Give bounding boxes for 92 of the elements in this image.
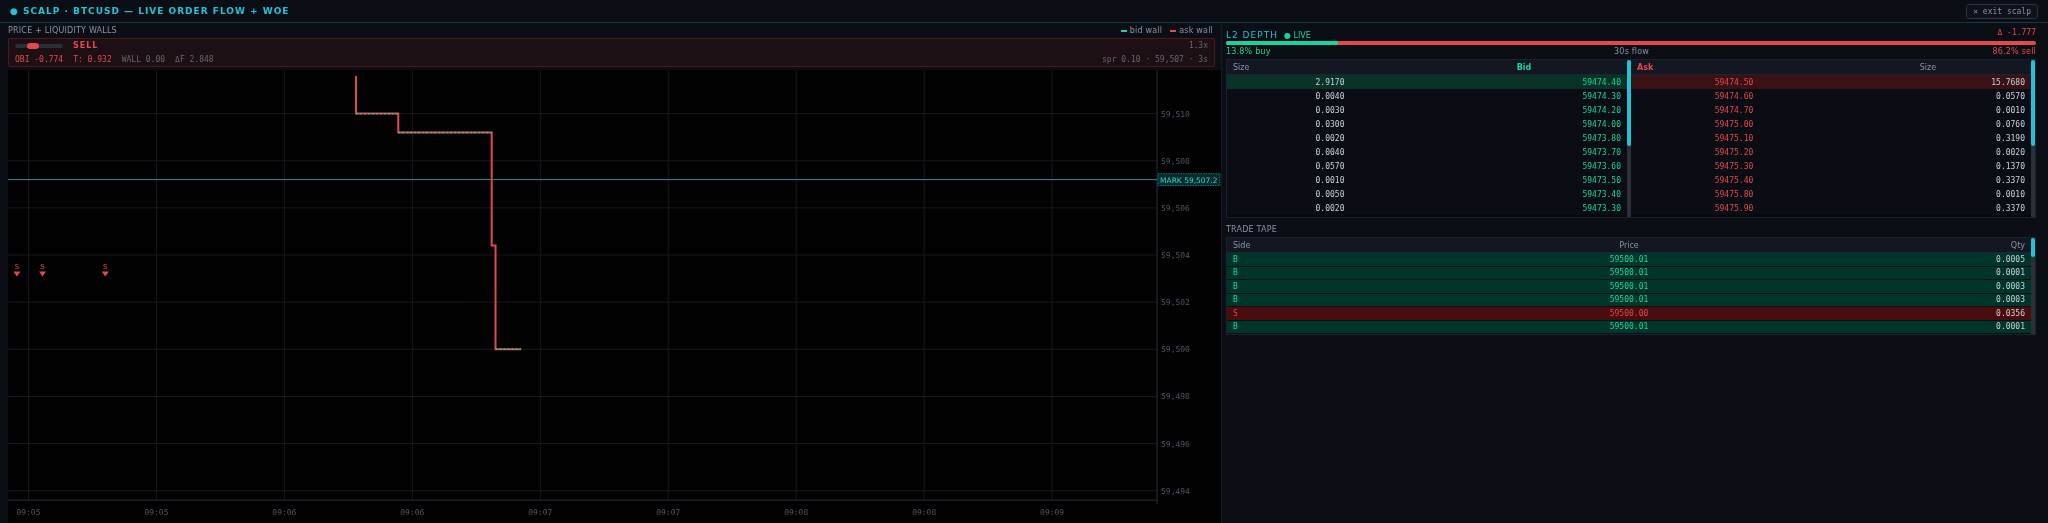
depth-title: L2 DEPTH bbox=[1226, 29, 1278, 40]
side-cell-text: B bbox=[1233, 254, 1239, 264]
ask-price-cell-text: 59475.00 bbox=[1713, 119, 1755, 129]
column-header: Size bbox=[1233, 62, 1251, 72]
price-cell-text: 59500.01 bbox=[1608, 322, 1650, 332]
signal-stat: OBI -0.774 bbox=[15, 55, 64, 64]
column-header: Bid bbox=[1515, 62, 1533, 72]
bid-price-cell-text: 59474.20 bbox=[1581, 105, 1621, 115]
bid-size-cell-text: 0.0040 bbox=[1314, 91, 1346, 101]
ask-price-cell-text: 59475.40 bbox=[1713, 175, 1755, 185]
price-cell-text: 59500.01 bbox=[1608, 295, 1650, 305]
bid-size-cell-text: 0.0040 bbox=[1314, 147, 1346, 157]
qty-cell-text: 0.0003 bbox=[1995, 295, 2025, 305]
ask-size-cell-text: 0.0010 bbox=[1995, 189, 2025, 199]
bid-size-cell-text: 0.0020 bbox=[1314, 133, 1346, 143]
bid-price-cell-text: 59474.30 bbox=[1581, 91, 1621, 101]
column-header: Price bbox=[1618, 240, 1640, 250]
ask-price-cell-text: 59475.90 bbox=[1713, 203, 1755, 213]
legend-item: bid wall bbox=[1120, 26, 1163, 35]
column-header: Qty bbox=[2009, 240, 2025, 250]
tape-title: TRADE TAPE bbox=[1226, 225, 1278, 234]
ask-size-cell-text: 0.3370 bbox=[1995, 175, 2025, 185]
page-title: ● SCALP · BTCUSD — LIVE ORDER FLOW + WOE bbox=[10, 6, 290, 16]
price-cell-text: 59500.01 bbox=[1608, 268, 1650, 278]
bid-price-cell-text: 59473.60 bbox=[1581, 161, 1621, 171]
signal-stat: 1.3x bbox=[1188, 41, 1208, 50]
flow-window: 30s flow bbox=[1614, 47, 1650, 56]
qty-cell-text: 0.0005 bbox=[1995, 254, 2025, 264]
ask-price-cell-text: 59475.20 bbox=[1713, 147, 1755, 157]
price-cell-text: 59500.01 bbox=[1608, 281, 1650, 291]
legend-item: ask wall bbox=[1170, 26, 1213, 35]
sell-share: 86.2% sell bbox=[1992, 47, 2036, 56]
bid-price-cell-text: 59473.70 bbox=[1581, 147, 1621, 157]
ask-size-cell-text: 15.7680 bbox=[1990, 77, 2025, 87]
sell-marker-icon bbox=[101, 271, 109, 277]
ask-price-cell-text: 59475.10 bbox=[1713, 133, 1755, 143]
qty-cell-text: 0.0001 bbox=[1995, 322, 2025, 332]
bid-price-cell-text: 59473.40 bbox=[1581, 189, 1621, 199]
bid-price-cell-text: 59473.80 bbox=[1581, 133, 1621, 143]
flow-delta: Δ -1.777 bbox=[1997, 27, 2036, 37]
side-cell-text: S bbox=[1233, 308, 1239, 318]
scrollbar-thumb[interactable] bbox=[2031, 238, 2035, 258]
ask-price-cell-text: 59475.80 bbox=[1713, 189, 1755, 199]
qty-cell-text: 0.0003 bbox=[1995, 281, 2025, 291]
column-header: Ask bbox=[1637, 62, 1655, 72]
bid-price-cell-text: 59474.00 bbox=[1581, 119, 1621, 129]
signal-stat: spr 0.10 · 59,507 · 3s bbox=[1102, 55, 1208, 64]
side-cell-text: B bbox=[1233, 281, 1239, 291]
sell-marker-icon bbox=[13, 271, 21, 277]
ask-price-cell-text: 59474.50 bbox=[1713, 77, 1755, 87]
signal-stat: T: 0.932 bbox=[73, 55, 112, 64]
bid-price-cell-text: 59473.30 bbox=[1581, 203, 1621, 213]
qty-cell-text: 0.0356 bbox=[1995, 308, 2025, 318]
ask-size-cell-text: 0.0760 bbox=[1995, 119, 2025, 129]
side-cell-text: B bbox=[1233, 268, 1239, 278]
ask-price-cell-text: 59475.30 bbox=[1713, 161, 1755, 171]
ask-size-cell-text: 0.1370 bbox=[1995, 161, 2025, 171]
liquidity-wall-line bbox=[355, 112, 399, 115]
panel-title: PRICE + LIQUIDITY WALLS bbox=[8, 26, 117, 35]
side-cell-text: B bbox=[1233, 295, 1239, 305]
bid-price-cell-text: 59474.40 bbox=[1581, 77, 1621, 87]
ask-size-cell-text: 0.3370 bbox=[1995, 203, 2025, 213]
liquidity-wall-line bbox=[494, 348, 522, 350]
bid-size-cell-text: 0.0030 bbox=[1314, 105, 1346, 115]
price-cell-text: 59500.01 bbox=[1608, 254, 1650, 264]
ask-price-cell-text: 59474.70 bbox=[1713, 105, 1755, 115]
scrollbar-thumb[interactable] bbox=[2031, 60, 2035, 147]
bid-size-cell-text: 0.0010 bbox=[1314, 175, 1346, 185]
qty-cell-text: 0.0001 bbox=[1995, 268, 2025, 278]
ask-size-cell-text: 0.3190 bbox=[1995, 133, 2025, 143]
side-cell-text: B bbox=[1233, 322, 1239, 332]
scrollbar-thumb[interactable] bbox=[1627, 60, 1631, 147]
price-cell-text: 59500.00 bbox=[1608, 308, 1650, 318]
bid-price-cell-text: 59473.50 bbox=[1581, 175, 1621, 185]
signal-label: SELL bbox=[73, 41, 99, 50]
sell-marker-icon bbox=[39, 271, 47, 277]
ask-size-cell-text: 0.0570 bbox=[1995, 91, 2025, 101]
bid-size-cell-text: 0.0300 bbox=[1314, 119, 1346, 129]
buy-share: 13.8% buy bbox=[1226, 47, 1271, 56]
column-header: Size bbox=[1918, 62, 1938, 72]
ask-price-cell-text: 59474.60 bbox=[1713, 91, 1755, 101]
column-header: Side bbox=[1233, 240, 1252, 250]
ask-size-cell-text: 0.0010 bbox=[1995, 105, 2025, 115]
bid-size-cell-text: 0.0050 bbox=[1314, 189, 1346, 199]
exit-button[interactable]: ✕ exit scalp bbox=[1966, 3, 2038, 19]
bid-size-cell-text: 0.0020 bbox=[1314, 203, 1346, 213]
live-indicator: ● LIVE bbox=[1283, 30, 1311, 40]
signal-stat: WALL 0.00 bbox=[121, 55, 166, 64]
bid-size-cell-text: 0.0570 bbox=[1314, 161, 1346, 171]
ask-size-cell-text: 0.0020 bbox=[1995, 147, 2025, 157]
signal-stat: ΔF 2.848 bbox=[175, 55, 214, 64]
bid-size-cell-text: 2.9170 bbox=[1314, 77, 1346, 87]
